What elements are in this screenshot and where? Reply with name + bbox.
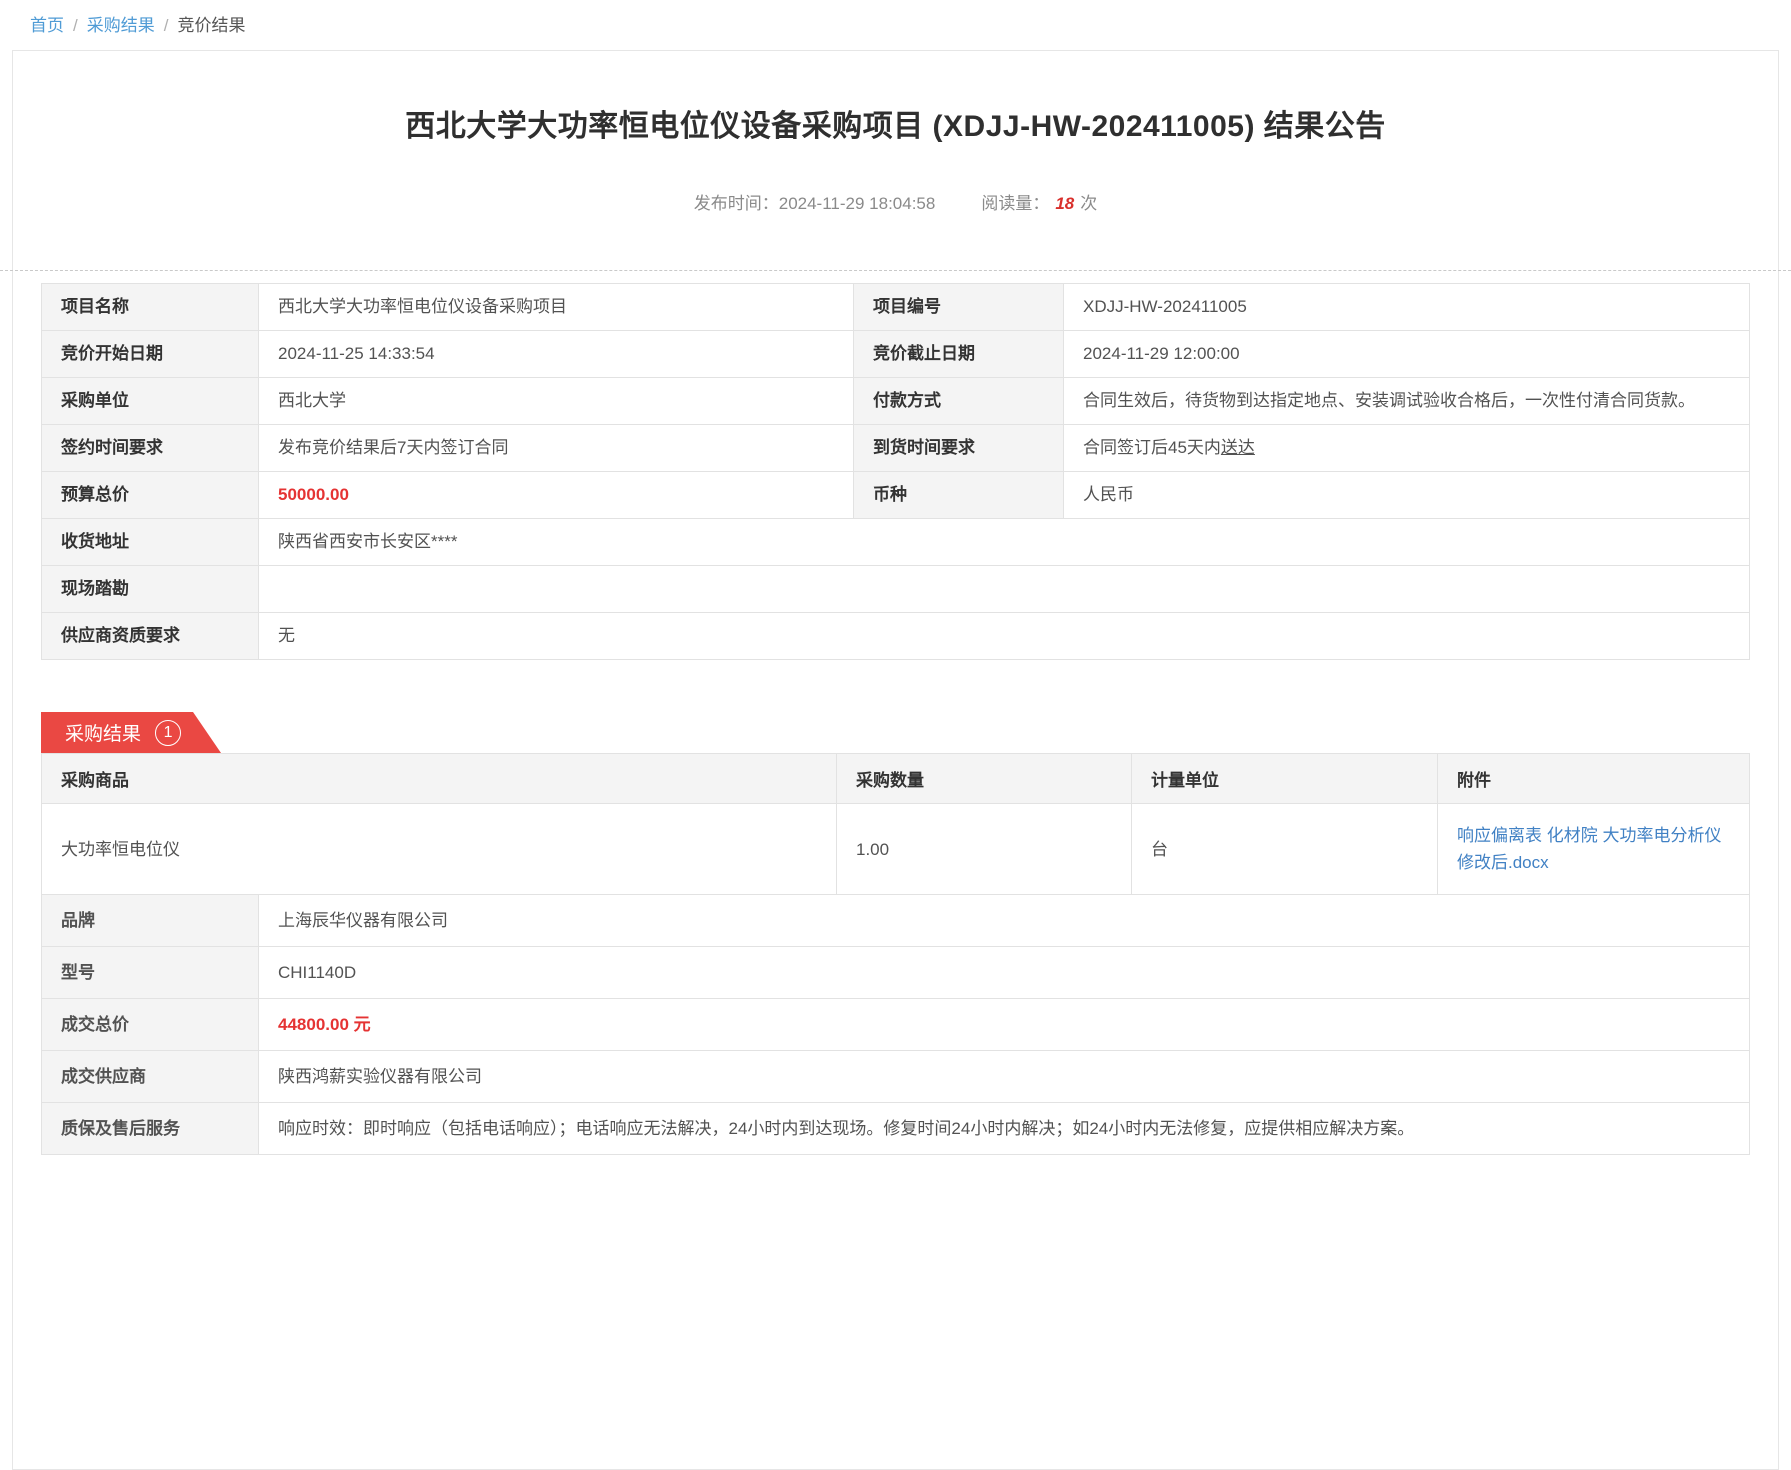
delivery-time-label: 到货时间要求: [854, 425, 1064, 472]
currency-label: 币种: [854, 472, 1064, 519]
model-value: CHI1140D: [259, 947, 1750, 999]
bid-start-label: 竞价开始日期: [42, 331, 259, 378]
sign-time-value: 发布竞价结果后7天内签订合同: [259, 425, 854, 472]
bid-start-value: 2024-11-25 14:33:54: [259, 331, 854, 378]
table-row: 采购单位 西北大学 付款方式 合同生效后，待货物到达指定地点、安装调试验收合格后…: [42, 378, 1750, 425]
breadcrumb-separator: /: [73, 16, 78, 35]
bid-end-label: 竞价截止日期: [854, 331, 1064, 378]
site-visit-label: 现场踏勘: [42, 566, 259, 613]
views-label: 阅读量：: [981, 194, 1049, 213]
supplier-value: 陕西鸿薪实验仪器有限公司: [259, 1051, 1750, 1103]
delivery-time-underlined: 送达: [1221, 438, 1255, 457]
table-row: 大功率恒电位仪 1.00 台 响应偏离表 化材院 大功率电分析仪 修改后.doc…: [42, 804, 1750, 895]
unit-value: 台: [1132, 804, 1438, 895]
article-meta: 发布时间：2024-11-29 18:04:58 阅读量： 18 次: [13, 189, 1778, 214]
product-column-header: 采购商品: [42, 754, 837, 804]
budget-label: 预算总价: [42, 472, 259, 519]
breadcrumb-home-link[interactable]: 首页: [30, 16, 64, 35]
purchase-result-table: 采购商品 采购数量 计量单位 附件 大功率恒电位仪 1.00 台 响应偏离表 化…: [41, 753, 1750, 1155]
table-row: 预算总价 50000.00 币种 人民币: [42, 472, 1750, 519]
result-section-header: 采购结果 1: [41, 712, 1750, 753]
project-name-value: 西北大学大功率恒电位仪设备采购项目: [259, 284, 854, 331]
attachment-cell: 响应偏离表 化材院 大功率电分析仪 修改后.docx: [1438, 804, 1750, 895]
table-row: 项目名称 西北大学大功率恒电位仪设备采购项目 项目编号 XDJJ-HW-2024…: [42, 284, 1750, 331]
brand-label: 品牌: [42, 895, 259, 947]
brand-value: 上海辰华仪器有限公司: [259, 895, 1750, 947]
payment-label: 付款方式: [854, 378, 1064, 425]
table-row: 品牌 上海辰华仪器有限公司: [42, 895, 1750, 947]
dashed-divider: [0, 270, 1791, 271]
project-info-table: 项目名称 西北大学大功率恒电位仪设备采购项目 项目编号 XDJJ-HW-2024…: [41, 283, 1750, 660]
qualification-value: 无: [259, 613, 1750, 660]
announcement-card: 西北大学大功率恒电位仪设备采购项目 (XDJJ-HW-202411005) 结果…: [12, 50, 1779, 1470]
attachment-column-header: 附件: [1438, 754, 1750, 804]
publish-time-value: 2024-11-29 18:04:58: [779, 194, 936, 213]
publish-time-label: 发布时间：: [694, 194, 779, 213]
table-row: 签约时间要求 发布竞价结果后7天内签订合同 到货时间要求 合同签订后45天内送达: [42, 425, 1750, 472]
result-ribbon: 采购结果 1: [41, 712, 221, 753]
site-visit-value: [259, 566, 1750, 613]
address-label: 收货地址: [42, 519, 259, 566]
address-value: 陕西省西安市长安区****: [259, 519, 1750, 566]
breadcrumb-separator: /: [164, 16, 169, 35]
table-row: 供应商资质要求 无: [42, 613, 1750, 660]
breadcrumb: 首页 / 采购结果 / 竞价结果: [0, 0, 1791, 36]
qualification-label: 供应商资质要求: [42, 613, 259, 660]
breadcrumb-purchase-results-link[interactable]: 采购结果: [87, 16, 155, 35]
project-no-label: 项目编号: [854, 284, 1064, 331]
supplier-label: 成交供应商: [42, 1051, 259, 1103]
page-title: 西北大学大功率恒电位仪设备采购项目 (XDJJ-HW-202411005) 结果…: [13, 101, 1778, 145]
warranty-label: 质保及售后服务: [42, 1103, 259, 1155]
views-unit: 次: [1080, 194, 1097, 213]
table-header-row: 采购商品 采购数量 计量单位 附件: [42, 754, 1750, 804]
warranty-value: 响应时效：即时响应（包括电话响应）；电话响应无法解决，24小时内到达现场。修复时…: [259, 1103, 1750, 1155]
table-row: 成交总价 44800.00 元: [42, 999, 1750, 1051]
product-value: 大功率恒电位仪: [42, 804, 837, 895]
project-no-value: XDJJ-HW-202411005: [1064, 284, 1750, 331]
sign-time-label: 签约时间要求: [42, 425, 259, 472]
quantity-column-header: 采购数量: [837, 754, 1132, 804]
bid-end-value: 2024-11-29 12:00:00: [1064, 331, 1750, 378]
unit-column-header: 计量单位: [1132, 754, 1438, 804]
final-price-label: 成交总价: [42, 999, 259, 1051]
table-row: 质保及售后服务 响应时效：即时响应（包括电话响应）；电话响应无法解决，24小时内…: [42, 1103, 1750, 1155]
model-label: 型号: [42, 947, 259, 999]
result-count-badge: 1: [155, 720, 181, 746]
budget-value: 50000.00: [259, 472, 854, 519]
table-row: 竞价开始日期 2024-11-25 14:33:54 竞价截止日期 2024-1…: [42, 331, 1750, 378]
final-price-value: 44800.00 元: [259, 999, 1750, 1051]
table-row: 成交供应商 陕西鸿薪实验仪器有限公司: [42, 1051, 1750, 1103]
currency-value: 人民币: [1064, 472, 1750, 519]
purchaser-value: 西北大学: [259, 378, 854, 425]
table-row: 现场踏勘: [42, 566, 1750, 613]
quantity-value: 1.00: [837, 804, 1132, 895]
delivery-time-text: 合同签订后45天内: [1083, 438, 1221, 457]
payment-value: 合同生效后，待货物到达指定地点、安装调试验收合格后，一次性付清合同货款。: [1064, 378, 1750, 425]
project-name-label: 项目名称: [42, 284, 259, 331]
attachment-link[interactable]: 响应偏离表 化材院 大功率电分析仪 修改后.docx: [1457, 826, 1721, 872]
table-row: 收货地址 陕西省西安市长安区****: [42, 519, 1750, 566]
purchaser-label: 采购单位: [42, 378, 259, 425]
result-ribbon-label: 采购结果: [65, 719, 141, 746]
delivery-time-value: 合同签订后45天内送达: [1064, 425, 1750, 472]
table-row: 型号 CHI1140D: [42, 947, 1750, 999]
breadcrumb-current: 竞价结果: [177, 16, 245, 35]
views-count: 18: [1055, 194, 1074, 213]
